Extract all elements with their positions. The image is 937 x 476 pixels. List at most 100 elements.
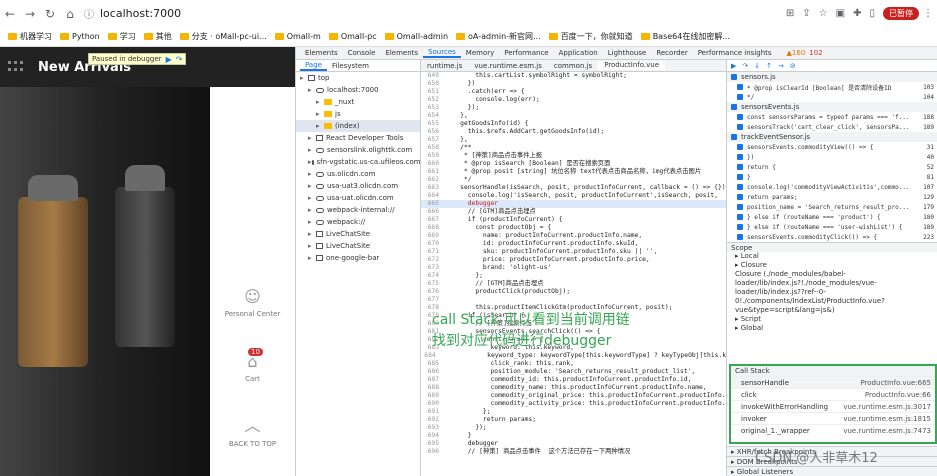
bookmark-item[interactable]: Base64在线加密解...: [640, 31, 730, 42]
file-tree-item[interactable]: ▸ usa-uat.olicdn.com: [296, 192, 420, 204]
bookmark-item[interactable]: oA-admin-新官网...: [456, 31, 541, 42]
line-number[interactable]: 694: [421, 432, 445, 440]
code-line[interactable]: 669 name: productInfoCurrent.productInfo…: [421, 232, 726, 240]
line-number[interactable]: 650: [421, 80, 445, 88]
line-number[interactable]: 662: [421, 176, 445, 184]
line-number[interactable]: 663: [421, 184, 445, 192]
scope-item[interactable]: ▸ Local: [727, 252, 937, 261]
line-number[interactable]: 667: [421, 216, 445, 224]
code-line[interactable]: 675 // [GTM]商品点击埋点: [421, 280, 726, 288]
back-icon[interactable]: ←: [0, 4, 20, 24]
expand-triangle-icon[interactable]: ▸: [308, 146, 316, 154]
file-tree-item[interactable]: ▸ usa-uat3.olicdn.com: [296, 180, 420, 192]
reload-icon[interactable]: ↻: [40, 4, 60, 24]
code-line[interactable]: 686 position_module: 'Search_returns_res…: [421, 368, 726, 376]
breakpoint-row[interactable]: const sensorsParams = typeof params === …: [727, 112, 937, 122]
file-tree-item[interactable]: ▸ LiveChatSite: [296, 240, 420, 252]
file-tree-item[interactable]: ▸ React Developer Tools: [296, 132, 420, 144]
file-tree-item[interactable]: ▸ one-google-bar: [296, 252, 420, 264]
line-number[interactable]: 655: [421, 120, 445, 128]
step-over-icon[interactable]: ↷: [176, 55, 183, 64]
code-line[interactable]: 658 /**: [421, 144, 726, 152]
checkbox-icon[interactable]: [737, 234, 743, 240]
line-number[interactable]: 659: [421, 152, 445, 160]
line-number[interactable]: 670: [421, 240, 445, 248]
code-line[interactable]: 667 if (productInfoCurrent) {: [421, 216, 726, 224]
tab-elements[interactable]: Elements: [380, 49, 423, 57]
line-number[interactable]: 657: [421, 136, 445, 144]
expand-triangle-icon[interactable]: ▸: [308, 134, 316, 142]
line-number[interactable]: 677: [421, 296, 445, 304]
step-out-icon[interactable]: ↑: [766, 62, 772, 70]
breakpoint-row[interactable]: position_name = 'Search_returns_result_p…: [727, 202, 937, 212]
tab-recorder[interactable]: Recorder: [651, 49, 692, 57]
step-into-icon[interactable]: ↓: [754, 62, 760, 70]
info-icon[interactable]: ⓘ: [84, 6, 94, 21]
breakpoint-file[interactable]: sensors.js: [727, 72, 937, 82]
bookmark-item[interactable]: 分支 · oMall-pc-ui...: [179, 31, 267, 42]
line-number[interactable]: 692: [421, 416, 445, 424]
tab-elements[interactable]: Elements: [300, 49, 343, 57]
line-number[interactable]: 661: [421, 168, 445, 176]
step-icon[interactable]: →: [778, 62, 784, 70]
line-number[interactable]: 669: [421, 232, 445, 240]
call-stack-frame[interactable]: original_1._wrapper vue.runtime.esm.js:74…: [731, 424, 935, 436]
menu-icon[interactable]: ⋮: [923, 8, 933, 19]
line-number[interactable]: 656: [421, 128, 445, 136]
subtab-filesystem[interactable]: Filesystem: [327, 62, 374, 70]
checkbox-icon[interactable]: [737, 114, 743, 120]
errors-badge[interactable]: 102: [809, 49, 822, 57]
file-tree-item[interactable]: ▸ js: [296, 108, 420, 120]
expand-triangle-icon[interactable]: ▸: [308, 194, 316, 202]
checkbox-icon[interactable]: [737, 174, 743, 180]
code-line[interactable]: 688 commodity_name: this.productInfoCurr…: [421, 384, 726, 392]
bookmark-item[interactable]: 学习: [107, 31, 136, 42]
menu-grid-icon[interactable]: [8, 61, 28, 73]
product-hero-image[interactable]: [0, 87, 210, 476]
resume-icon[interactable]: ▶: [166, 55, 172, 64]
breakpoint-row[interactable]: } else if (routeName === 'product') {180: [727, 212, 937, 222]
code-line[interactable]: 662 */: [421, 176, 726, 184]
sidepanel-icon[interactable]: ▯: [869, 8, 875, 19]
breakpoint-row[interactable]: sensorsEvents.commodityClick(() => {223: [727, 232, 937, 242]
line-number[interactable]: 675: [421, 280, 445, 288]
code-line[interactable]: 670 id: productInfoCurrent.productInfo.s…: [421, 240, 726, 248]
breakpoint-row[interactable]: return params; 129: [727, 192, 937, 202]
checkbox-icon[interactable]: [737, 124, 743, 130]
scope-item[interactable]: Closure (./node_modules/babel-loader/lib…: [727, 270, 937, 315]
expand-triangle-icon[interactable]: ▸: [308, 206, 316, 214]
editor-tab[interactable]: ProductInfo.vue: [598, 61, 666, 70]
line-number[interactable]: 676: [421, 288, 445, 296]
code-line[interactable]: 650 }): [421, 80, 726, 88]
scope-item[interactable]: ▸ Closure: [727, 261, 937, 270]
call-stack-frame[interactable]: invokeWithErrorHandling vue.runtime.esm.j…: [731, 400, 935, 412]
expand-triangle-icon[interactable]: ▸: [308, 86, 316, 94]
line-number[interactable]: 658: [421, 144, 445, 152]
expand-triangle-icon[interactable]: ▸: [308, 254, 316, 262]
line-number[interactable]: 695: [421, 440, 445, 448]
file-tree-item[interactable]: ▸ top: [296, 72, 420, 84]
call-stack-frame[interactable]: sensorHandle ProductInfo.vue:665: [731, 376, 935, 388]
code-line[interactable]: 665 debugger: [421, 200, 726, 208]
checkbox-icon[interactable]: [737, 204, 743, 210]
checkbox-icon[interactable]: [737, 184, 743, 190]
step-over-icon[interactable]: ↷: [742, 62, 748, 70]
tab-console[interactable]: Console: [343, 49, 381, 57]
code-line[interactable]: 660 * @prop isSearch [Boolean] 是否在搜索页面: [421, 160, 726, 168]
checkbox-icon[interactable]: [731, 134, 737, 140]
frame-location[interactable]: ProductInfo.vue:665: [860, 379, 931, 387]
bookmark-item[interactable]: 其他: [143, 31, 172, 42]
breakpoint-row[interactable]: return {52: [727, 162, 937, 172]
frame-location[interactable]: ProductInfo.vue:66: [865, 391, 931, 399]
breakpoint-file[interactable]: sensorsEvents.js: [727, 102, 937, 112]
expand-triangle-icon[interactable]: ▸: [308, 170, 316, 178]
checkbox-icon[interactable]: [737, 144, 743, 150]
code-line[interactable]: 652 console.log(err);: [421, 96, 726, 104]
star-icon[interactable]: ☆: [819, 8, 828, 19]
line-number[interactable]: 691: [421, 408, 445, 416]
code-line[interactable]: 649 this.cartList.symbolRight = symbolRi…: [421, 72, 726, 80]
checkbox-icon[interactable]: [731, 104, 737, 110]
code-line[interactable]: 693 });: [421, 424, 726, 432]
tab-lighthouse[interactable]: Lighthouse: [603, 49, 652, 57]
checkbox-icon[interactable]: [737, 84, 743, 90]
